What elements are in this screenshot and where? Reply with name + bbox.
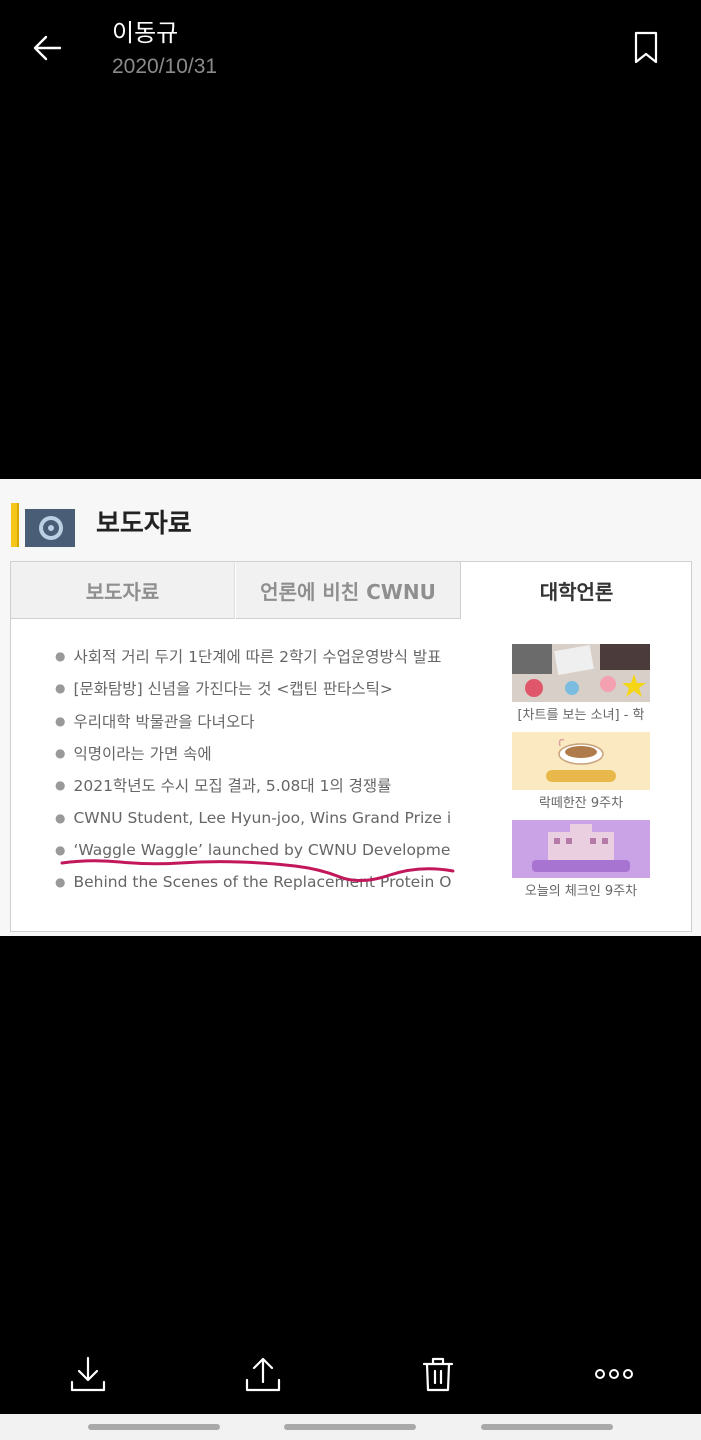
arrow-left-icon [33,35,62,61]
image-header: 보도자료 [0,479,701,561]
system-back-button[interactable] [481,1424,613,1430]
shared-image[interactable]: 보도자료 보도자료 언론에 비친 CWNU 대학언론 ● 사회적 거리 두기 1단… [0,479,701,936]
news-title: 우리대학 박물관을 다녀오다 [73,712,255,731]
news-title: 익명이라는 가면 속에 [73,745,212,764]
thumbnail-item[interactable]: [차트를 보는 소녀] - 학 [511,644,651,732]
more-button[interactable] [594,1354,634,1394]
list-item[interactable]: ● 사회적 거리 두기 1단계에 따른 2학기 수업운영방식 발표 [55,640,451,672]
building-thumbnail-icon [512,820,650,878]
thumbnail-image [512,820,650,878]
tab-media-cwnu[interactable]: 언론에 비친 CWNU [236,562,461,619]
tab-bar: 보도자료 언론에 비친 CWNU 대학언론 [11,562,691,619]
share-button[interactable] [243,1354,283,1394]
bottom-toolbar [0,1340,701,1414]
bullet-icon: ● [55,810,66,825]
thumbnail-caption: [차트를 보는 소녀] - 학 [517,708,645,723]
trash-icon [422,1357,454,1392]
download-button[interactable] [68,1354,108,1394]
thumbnail-caption: 락떼한잔 9주차 [538,796,624,811]
thumbnail-item[interactable]: 락떼한잔 9주차 [511,732,651,820]
bullet-icon: ● [55,746,66,761]
download-icon [70,1356,106,1392]
thumbnail-caption: 오늘의 체크인 9주차 [524,884,638,899]
top-bar: 이동규 2020/10/31 [0,0,701,100]
camera-icon [11,503,75,547]
delete-button[interactable] [418,1354,458,1394]
bullet-icon: ● [55,649,66,664]
list-item[interactable]: ● [문화탐방] 신념을 가진다는 것 <캡틴 판타스틱> [55,672,451,704]
bullet-icon: ● [55,778,66,793]
coffee-thumbnail-icon [512,732,650,790]
more-icon [595,1369,633,1379]
back-button[interactable] [28,28,68,68]
system-navigation-bar [0,1414,701,1440]
image-title: 보도자료 [96,509,192,539]
list-item[interactable]: ● 2021학년도 수시 모집 결과, 5.08대 1의 경쟁률 [55,769,451,801]
bullet-icon: ● [55,713,66,728]
thumbnail-image [512,732,650,790]
tab-press-release[interactable]: 보도자료 [11,562,235,619]
message-info: 이동규 2020/10/31 [112,18,217,82]
tab-university-press[interactable]: 대학언론 [462,562,691,619]
thumbnail-image [512,644,650,702]
message-date: 2020/10/31 [112,55,218,78]
share-icon [245,1357,281,1392]
list-item[interactable]: ● 우리대학 박물관을 다녀오다 [55,705,451,737]
news-title: [문화탐방] 신념을 가진다는 것 <캡틴 판타스틱> [73,680,393,699]
recent-apps-button[interactable] [88,1424,220,1430]
photo-thumbnail-icon [512,644,650,702]
list-item[interactable]: ● CWNU Student, Lee Hyun-joo, Wins Grand … [55,801,451,833]
bookmark-icon [634,31,658,64]
bullet-icon: ● [55,681,66,696]
list-item[interactable]: ● 익명이라는 가면 속에 [55,737,451,769]
news-title: 2021학년도 수시 모집 결과, 5.08대 1의 경쟁률 [73,777,392,796]
home-button[interactable] [284,1424,416,1430]
sender-name: 이동규 [112,19,179,47]
bookmark-button[interactable] [632,30,660,66]
handwritten-underline [60,859,455,882]
bullet-icon: ● [55,842,66,857]
thumbnail-list: [차트를 보는 소녀] - 학 락떼한잔 9주차 오늘의 체크인 9주차 [511,644,651,908]
thumbnail-item[interactable]: 오늘의 체크인 9주차 [511,820,651,908]
news-title: CWNU Student, Lee Hyun-joo, Wins Grand P… [73,808,451,827]
news-title: 사회적 거리 두기 1단계에 따른 2학기 수업운영방식 발표 [73,648,442,667]
